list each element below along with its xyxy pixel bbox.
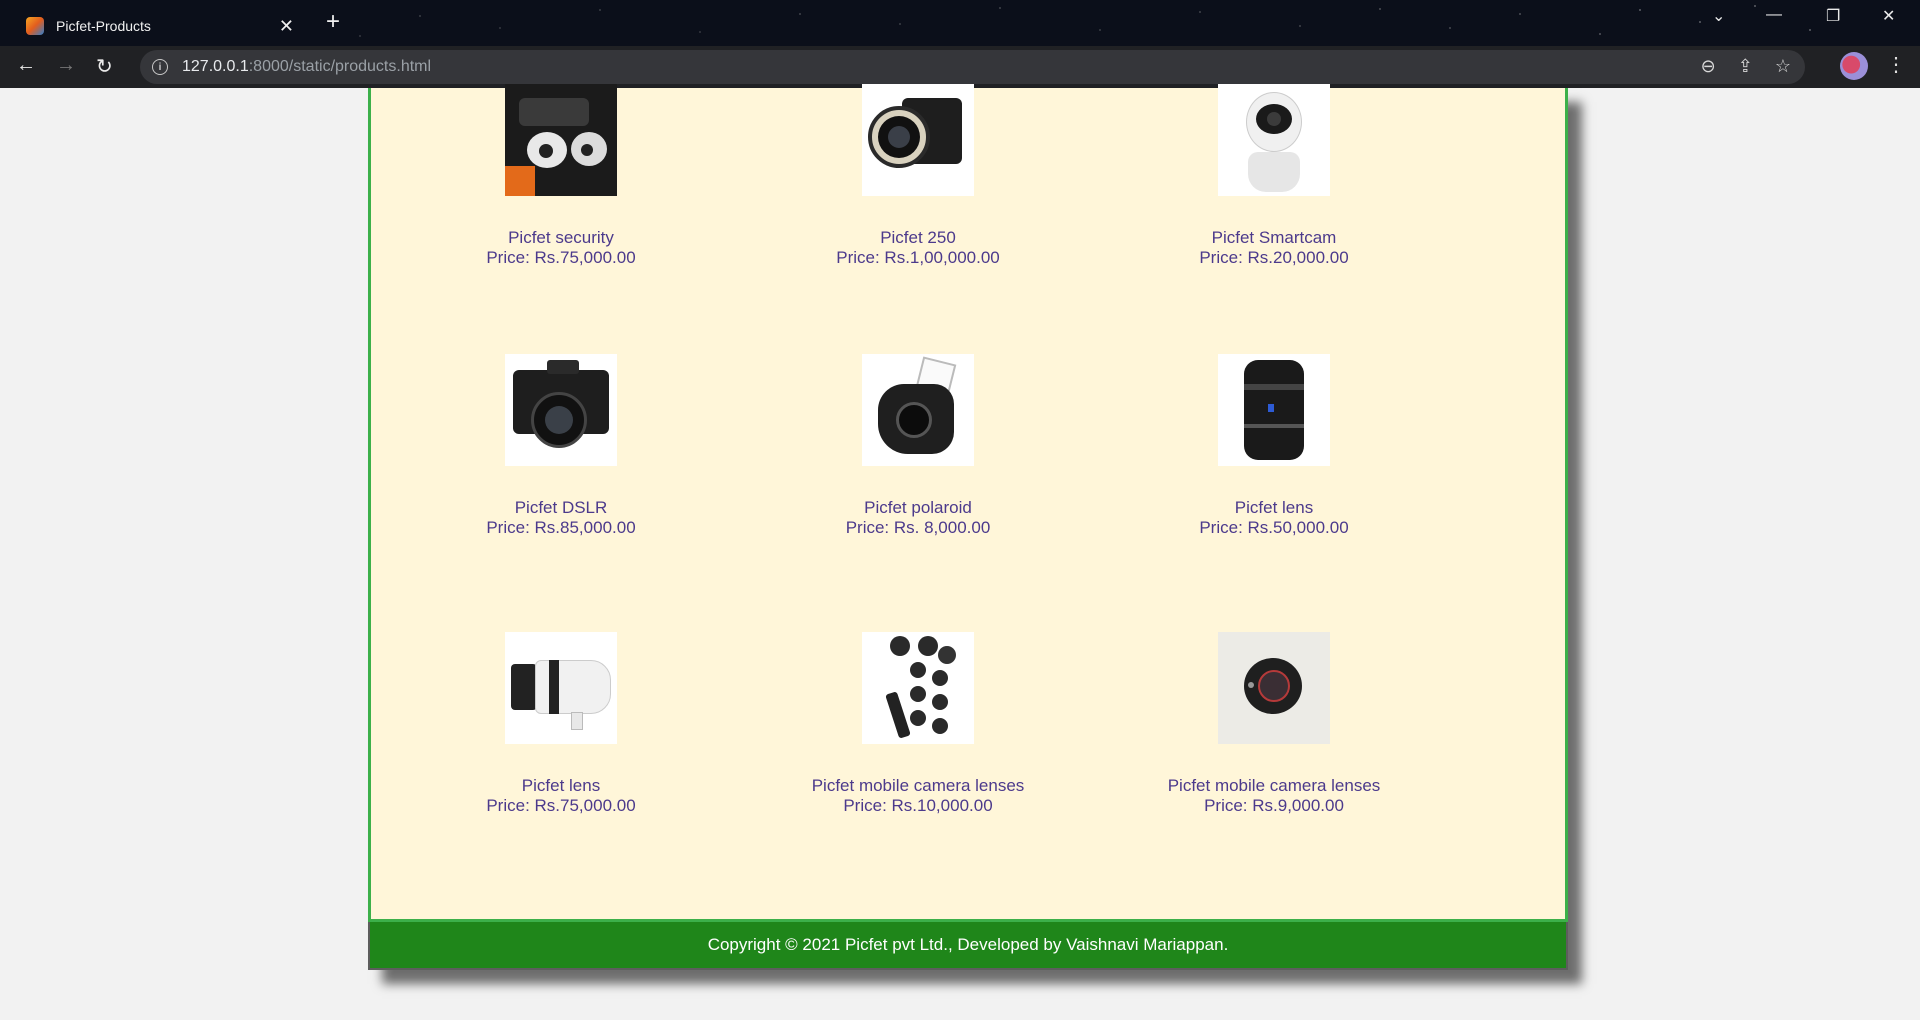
product-name: Picfet Smartcam: [1211, 228, 1337, 247]
product-price: Price: Rs.9,000.00: [1204, 796, 1344, 815]
profile-avatar[interactable]: [1840, 52, 1868, 80]
close-tab-icon[interactable]: ✕: [279, 16, 294, 37]
product-name: Picfet polaroid: [864, 498, 972, 517]
url-text[interactable]: 127.0.0.1:8000/static/products.html: [182, 58, 431, 76]
site-favicon-icon: [26, 17, 44, 35]
product-name: Picfet 250: [880, 228, 956, 247]
minimize-icon[interactable]: —: [1766, 6, 1782, 24]
product-card[interactable]: Picfet lens Price: Rs.75,000.00: [401, 632, 721, 816]
new-tab-icon[interactable]: +: [326, 8, 340, 36]
instant-camera-icon[interactable]: [862, 354, 974, 466]
menu-kebab-icon[interactable]: ⋮: [1886, 52, 1906, 77]
product-card[interactable]: Picfet polaroid Price: Rs. 8,000.00: [758, 354, 1078, 538]
share-icon[interactable]: ⇪: [1738, 56, 1753, 77]
product-name: Picfet mobile camera lenses: [1167, 776, 1381, 795]
product-card[interactable]: Picfet lens Price: Rs.50,000.00: [1114, 354, 1434, 538]
tab-title: Picfet-Products: [56, 18, 151, 34]
forward-icon[interactable]: →: [56, 54, 76, 77]
camera-lens-icon[interactable]: [1218, 354, 1330, 466]
product-price: Price: Rs. 8,000.00: [845, 518, 991, 537]
site-info-icon[interactable]: i: [152, 59, 168, 75]
back-icon[interactable]: ←: [16, 54, 36, 77]
restore-icon[interactable]: ❐: [1826, 6, 1840, 26]
dslr-camera-icon[interactable]: [505, 354, 617, 466]
product-price: Price: Rs.75,000.00: [486, 796, 636, 815]
close-window-icon[interactable]: ✕: [1882, 6, 1895, 26]
mobile-lens-icon[interactable]: [1218, 632, 1330, 744]
product-price: Price: Rs.1,00,000.00: [836, 248, 1000, 267]
browser-toolbar: ← → ↻ i 127.0.0.1:8000/static/products.h…: [0, 46, 1920, 88]
product-name: Picfet lens: [1234, 498, 1314, 517]
security-camera-icon[interactable]: [505, 84, 617, 196]
tab-search-icon[interactable]: ⌄: [1712, 6, 1725, 26]
product-name: Picfet mobile camera lenses: [811, 776, 1025, 795]
product-card[interactable]: Picfet security Price: Rs.75,000.00: [401, 84, 721, 268]
product-price: Price: Rs.75,000.00: [486, 248, 636, 267]
smart-camera-icon[interactable]: [1218, 84, 1330, 196]
telephoto-lens-icon[interactable]: [505, 632, 617, 744]
page-footer: Copyright © 2021 Picfet pvt Ltd., Develo…: [368, 922, 1568, 970]
product-card[interactable]: Picfet mobile camera lenses Price: Rs.9,…: [1114, 632, 1434, 816]
zoom-icon[interactable]: ⊖: [1701, 56, 1716, 77]
address-bar[interactable]: i 127.0.0.1:8000/static/products.html ⊖ …: [140, 50, 1805, 84]
product-price: Price: Rs.10,000.00: [843, 796, 993, 815]
products-section: Picfet security Price: Rs.75,000.00 Picf…: [368, 84, 1568, 922]
product-price: Price: Rs.20,000.00: [1199, 248, 1349, 267]
product-card[interactable]: Picfet Smartcam Price: Rs.20,000.00: [1114, 84, 1434, 268]
product-card[interactable]: Picfet mobile camera lenses Price: Rs.10…: [758, 632, 1078, 816]
address-bar-actions: ⊖ ⇪ ☆: [1701, 56, 1805, 77]
mobile-lens-kit-icon[interactable]: [862, 632, 974, 744]
product-price: Price: Rs.50,000.00: [1199, 518, 1349, 537]
copyright-text: Copyright © 2021 Picfet pvt Ltd., Develo…: [707, 935, 1229, 954]
product-name: Picfet security: [508, 228, 614, 247]
product-card[interactable]: Picfet DSLR Price: Rs.85,000.00: [401, 354, 721, 538]
bookmark-star-icon[interactable]: ☆: [1775, 56, 1791, 77]
browser-tab-strip: Picfet-Products ✕ + ⌄ — ❐ ✕: [0, 0, 1920, 46]
product-price: Price: Rs.85,000.00: [486, 518, 636, 537]
reload-icon[interactable]: ↻: [96, 54, 113, 79]
dslr-camera-icon[interactable]: [862, 84, 974, 196]
product-name: Picfet lens: [521, 776, 601, 795]
product-name: Picfet DSLR: [514, 498, 608, 517]
product-card[interactable]: Picfet 250 Price: Rs.1,00,000.00: [758, 84, 1078, 268]
browser-tab[interactable]: Picfet-Products ✕: [10, 6, 310, 46]
